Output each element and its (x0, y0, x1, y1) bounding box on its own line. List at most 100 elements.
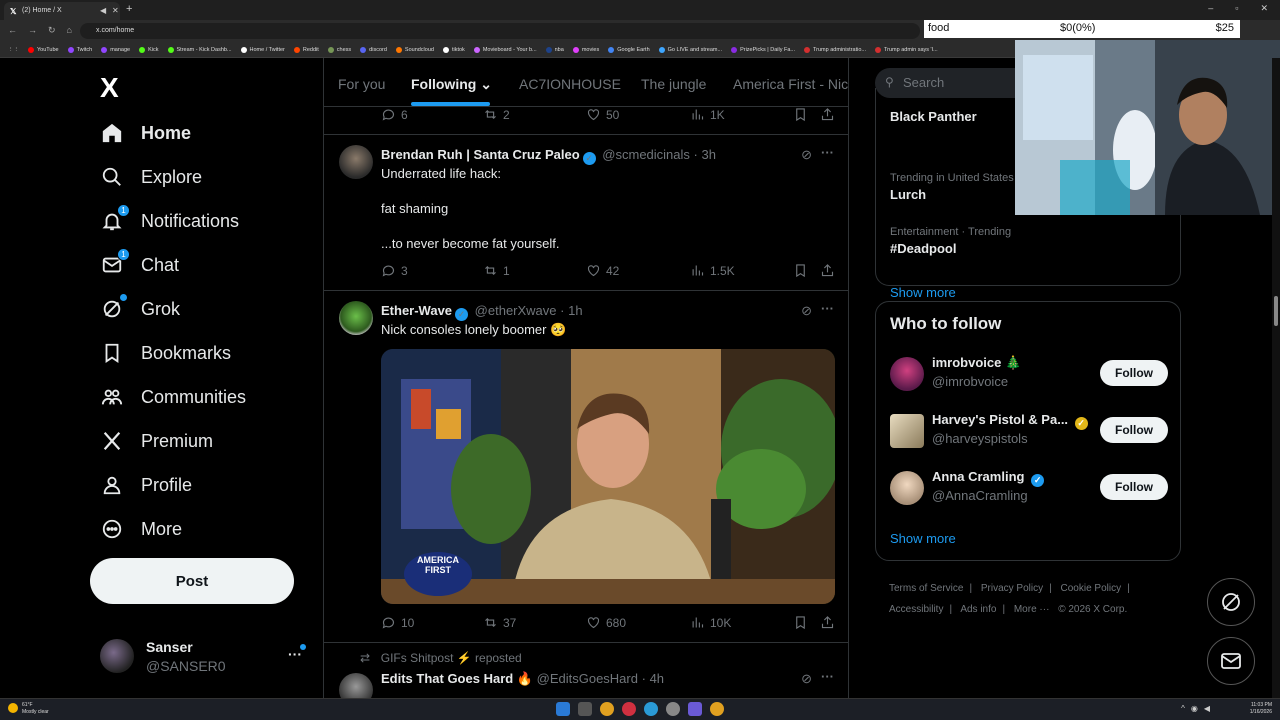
messages-floating-button[interactable] (1207, 637, 1255, 685)
chevron-down-icon[interactable]: ⌄ (480, 76, 492, 92)
bookmark-item[interactable]: PrizePicks | Daily Fa... (731, 46, 795, 53)
tab-actionhouse[interactable]: AC7IONHOUSE (519, 76, 621, 92)
forward-icon[interactable]: → (28, 25, 37, 36)
tweet-time[interactable]: 3h (702, 147, 716, 162)
tweet[interactable]: Ether-Wave ✓ @etherXwave · 1h ⊘ ··· Nick … (324, 291, 848, 643)
tweet-time[interactable]: 1h (568, 303, 582, 318)
repost-button[interactable]: 1 (483, 263, 510, 278)
bookmark-item[interactable]: movies (572, 46, 599, 53)
speaker-icon[interactable]: ◀ (100, 6, 106, 15)
follow-suggestion[interactable]: imrobvoice 🎄 @imrobvoice Follow (890, 355, 1170, 395)
account-switcher[interactable]: Sanser @SANSER0 ··· (100, 636, 310, 680)
suggestion-name[interactable]: Anna Cramling ✓ (932, 469, 1047, 487)
repost-button[interactable]: 2 (483, 107, 510, 122)
share-button[interactable] (820, 615, 835, 630)
chrome-icon[interactable] (600, 702, 614, 716)
views-button[interactable]: 1.5K (690, 263, 735, 278)
account-more-icon[interactable]: ··· (288, 644, 306, 662)
avatar[interactable] (890, 414, 924, 448)
more-options-icon[interactable]: ··· (821, 669, 834, 684)
follow-suggestion[interactable]: Harvey's Pistol & Pa... ✓ @harveyspistol… (890, 412, 1170, 452)
chrome-icon[interactable] (710, 702, 724, 716)
home-browser-icon[interactable]: ⌂ (67, 25, 72, 36)
app-icon[interactable] (622, 702, 636, 716)
tab-the-jungle[interactable]: The jungle (641, 76, 706, 92)
views-button[interactable]: 10K (690, 615, 731, 630)
clock[interactable]: 11:03 PM 1/16/2026 (1250, 702, 1272, 716)
footer-link[interactable]: Terms of Service (889, 583, 963, 594)
show-more-follow-link[interactable]: Show more (890, 531, 956, 546)
views-button[interactable]: 1K (690, 107, 725, 122)
address-bar[interactable]: x.com/home (80, 23, 920, 39)
new-tab-button[interactable]: + (126, 3, 132, 15)
grok-icon[interactable]: ⊘ (801, 303, 812, 319)
edge-icon[interactable] (644, 702, 658, 716)
back-icon[interactable]: ← (8, 25, 17, 36)
repost-button[interactable]: 37 (483, 615, 516, 630)
bookmark-item[interactable]: Go LIVE and stream... (658, 46, 722, 53)
grok-icon[interactable]: ⊘ (801, 671, 812, 687)
tweet[interactable]: ⇄ GIFs Shitpost ⚡ reposted Edits That Go… (324, 643, 848, 698)
bookmark-item[interactable]: manage (101, 46, 130, 53)
tab-america-first[interactable]: America First - Nic (733, 76, 848, 92)
author-handle[interactable]: @EditsGoesHard (537, 671, 638, 686)
tweet-time[interactable]: 4h (650, 671, 664, 686)
show-more-trends-link[interactable]: Show more (890, 285, 956, 300)
bookmark-item[interactable]: discord (360, 46, 387, 53)
grok-floating-button[interactable] (1207, 578, 1255, 626)
nav-item-chat[interactable]: 1 Chat (100, 248, 179, 282)
bookmark-item[interactable]: Trump admin says 'I... (874, 46, 938, 53)
footer-link[interactable]: Ads info (960, 604, 996, 615)
tab-following[interactable]: Following ⌄ (411, 76, 492, 93)
suggestion-name[interactable]: Harvey's Pistol & Pa... ✓ (932, 412, 1091, 430)
nav-item-profile[interactable]: Profile (100, 468, 192, 502)
like-button[interactable]: 42 (586, 263, 619, 278)
follow-button[interactable]: Follow (1100, 474, 1168, 500)
nav-item-bookmarks[interactable]: Bookmarks (100, 336, 231, 370)
post-button[interactable]: Post (90, 558, 294, 604)
footer-more-link[interactable]: More ··· (1014, 604, 1050, 615)
follow-button[interactable]: Follow (1100, 417, 1168, 443)
nav-item-more[interactable]: More (100, 512, 182, 546)
nav-item-notifications[interactable]: 1 Notifications (100, 204, 239, 238)
nav-item-premium[interactable]: Premium (100, 424, 213, 458)
bookmark-button[interactable] (793, 615, 808, 630)
author-handle[interactable]: @scmedicinals (602, 147, 690, 162)
reload-icon[interactable]: ↻ (48, 25, 56, 36)
bookmark-item[interactable]: Movieboard - Your b... (473, 46, 537, 53)
network-icon[interactable]: ◉ (1191, 704, 1198, 713)
author-handle[interactable]: @etherXwave (475, 303, 557, 318)
nav-item-explore[interactable]: Explore (100, 160, 202, 194)
tab-for-you[interactable]: For you (338, 76, 385, 92)
bookmark-item[interactable]: nba (545, 46, 564, 53)
bookmark-item[interactable]: Stream - Kick Dashb... (167, 46, 232, 53)
tray-chevron-icon[interactable]: ^ (1181, 704, 1185, 713)
bookmark-button[interactable] (793, 107, 808, 122)
suggestion-name[interactable]: imrobvoice 🎄 (932, 355, 1021, 371)
trend-item[interactable]: Trending in United States Lurch (890, 172, 1014, 202)
nav-item-home[interactable]: Home (100, 116, 191, 150)
trend-item[interactable]: Black Panther (890, 106, 977, 124)
author-name[interactable]: Edits That Goes Hard 🔥 (381, 671, 533, 686)
volume-icon[interactable]: ◀ (1204, 704, 1210, 713)
minimize-icon[interactable]: – (1208, 3, 1213, 14)
more-options-icon[interactable]: ··· (821, 145, 834, 160)
footer-link[interactable]: Cookie Policy (1061, 583, 1122, 594)
bookmark-item[interactable]: tiktok (442, 46, 465, 53)
bookmark-item[interactable]: YouTube (28, 46, 59, 53)
avatar[interactable] (339, 673, 373, 698)
bookmark-item[interactable]: Reddit (293, 46, 319, 53)
bookmark-item[interactable]: Home / Twitter (240, 46, 285, 53)
avatar[interactable] (890, 471, 924, 505)
start-icon[interactable] (556, 702, 570, 716)
trend-item[interactable]: Entertainment · Trending #Deadpool (890, 226, 1011, 256)
author-name[interactable]: Ether-Wave (381, 303, 452, 318)
search-taskbar-icon[interactable] (578, 702, 592, 716)
avatar[interactable] (890, 357, 924, 391)
tweet[interactable]: Brendan Ruh | Santa Cruz Paleo ✓ @scmedic… (324, 135, 848, 291)
bookmark-item[interactable]: chess (327, 46, 351, 53)
page-scrollbar[interactable] (1272, 58, 1280, 698)
reply-button[interactable]: 10 (381, 615, 414, 630)
nav-item-grok[interactable]: Grok (100, 292, 180, 326)
reply-button[interactable]: 6 (381, 107, 408, 122)
